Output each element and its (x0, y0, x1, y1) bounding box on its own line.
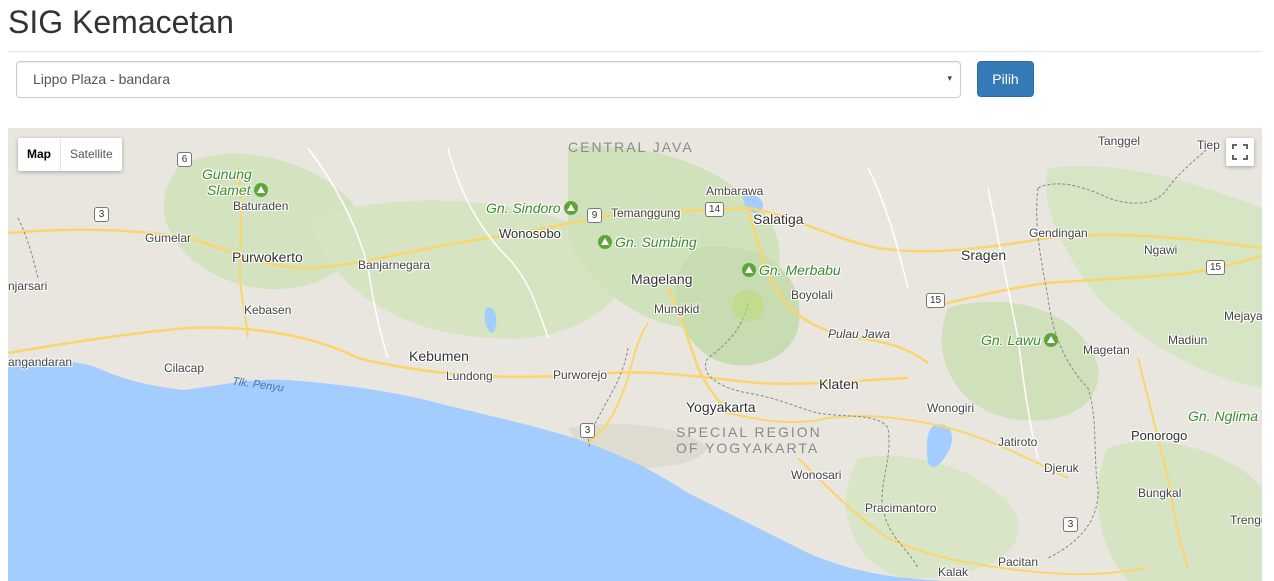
town-label: Lundong (446, 369, 493, 383)
town-label: Magetan (1083, 343, 1130, 357)
fullscreen-icon (1232, 144, 1248, 160)
mountain-label-text: Gn. Merbabu (759, 262, 841, 278)
region-label: CENTRAL JAVA (568, 139, 694, 155)
route-shield: 14 (705, 202, 724, 217)
route-shield: 3 (1063, 517, 1078, 532)
route-shield: 9 (587, 208, 602, 223)
town-label: njarsari (8, 279, 48, 293)
city-label: Wonosobo (499, 226, 561, 241)
route-select-value: Lippo Plaza - bandara (33, 71, 170, 87)
town-label: Wonogiri (927, 401, 975, 415)
region-label: SPECIAL REGION (676, 424, 822, 440)
route-shield: 15 (1206, 260, 1225, 275)
map-type-map-button[interactable]: Map (18, 138, 61, 171)
city-label: Purwokerto (232, 249, 303, 265)
city-label: Klaten (819, 376, 859, 392)
route-shield: 6 (177, 152, 192, 167)
city-label: Magelang (631, 271, 693, 287)
mountain-label: Gn. Nglima (1188, 408, 1259, 424)
mountain-label: Slamet (207, 182, 268, 198)
mountain-label-text: Gn. Sumbing (615, 234, 697, 250)
town-label: Mejaya (1224, 309, 1262, 323)
town-label: Kalak (938, 565, 969, 579)
town-label: Pracimantoro (865, 501, 937, 515)
mountain-label-text: Slamet (207, 182, 251, 198)
route-shield: 3 (94, 207, 109, 222)
town-label: Banjarnegara (358, 258, 431, 272)
island-label: Pulau Jawa (828, 327, 891, 341)
town-label: Gendingan (1029, 226, 1088, 240)
city-label: Yogyakarta (686, 399, 756, 415)
town-label: Tiep (1197, 138, 1220, 152)
map-view[interactable]: CENTRAL JAVA SPECIAL REGION OF YOGYAKART… (8, 128, 1262, 581)
town-label: Temanggung (611, 206, 681, 220)
page-header: SIG Kemacetan (8, 0, 1262, 52)
mountain-label: Gunung (202, 166, 252, 182)
mountain-label-text: Gn. Lawu (981, 332, 1041, 348)
map-type-control: Map Satellite (18, 138, 122, 171)
route-shield: 15 (926, 293, 945, 308)
town-label: Kebasen (244, 303, 292, 317)
pilih-button[interactable]: Pilih (977, 61, 1034, 97)
city-label: Sragen (961, 247, 1007, 263)
town-label: Baturaden (233, 199, 289, 213)
city-label: Ponorogo (1131, 428, 1188, 443)
town-label: Gumelar (145, 231, 192, 245)
town-label: angandaran (8, 355, 73, 369)
mountain-label: Gn. Lawu (981, 332, 1058, 348)
town-label: Djeruk (1044, 461, 1079, 475)
route-select[interactable]: Lippo Plaza - bandara ▾ (16, 61, 961, 98)
town-label: Cilacap (164, 361, 205, 375)
city-label: Kebumen (409, 348, 469, 364)
fullscreen-button[interactable] (1226, 138, 1254, 166)
mountain-icon (1043, 333, 1058, 347)
town-label: Ngawi (1144, 243, 1178, 257)
city-label: Salatiga (753, 211, 804, 227)
town-label: Tanggel (1098, 134, 1141, 148)
town-label: Jatiroto (998, 435, 1038, 449)
town-label: Pacitan (998, 555, 1039, 569)
mountain-icon (563, 201, 578, 215)
mountain-icon (742, 263, 756, 277)
town-label: Trengg (1230, 513, 1262, 527)
town-label: Boyolali (791, 288, 834, 302)
town-label: Ambarawa (706, 184, 764, 198)
town-label: Wonosari (791, 468, 842, 482)
chevron-down-icon: ▾ (947, 73, 952, 83)
region-label: OF YOGYAKARTA (676, 440, 820, 456)
route-shield: 3 (580, 423, 595, 438)
town-label: Purworejo (553, 368, 608, 382)
mountain-icon (598, 235, 612, 249)
mountain-label: Gn. Sumbing (598, 234, 697, 250)
town-label: Mungkid (654, 302, 700, 316)
map-type-satellite-button[interactable]: Satellite (61, 138, 122, 171)
mountain-label: Gn. Merbabu (742, 262, 841, 278)
town-label: Madiun (1168, 333, 1208, 347)
town-label: Bungkal (1138, 486, 1182, 500)
mountain-label: Gn. Sindoro (486, 200, 578, 216)
mountain-highlight (732, 290, 764, 322)
mountain-icon (253, 183, 268, 197)
mountain-label-text: Gn. Sindoro (486, 200, 561, 216)
page-title: SIG Kemacetan (8, 4, 234, 40)
map-canvas (8, 128, 1262, 581)
